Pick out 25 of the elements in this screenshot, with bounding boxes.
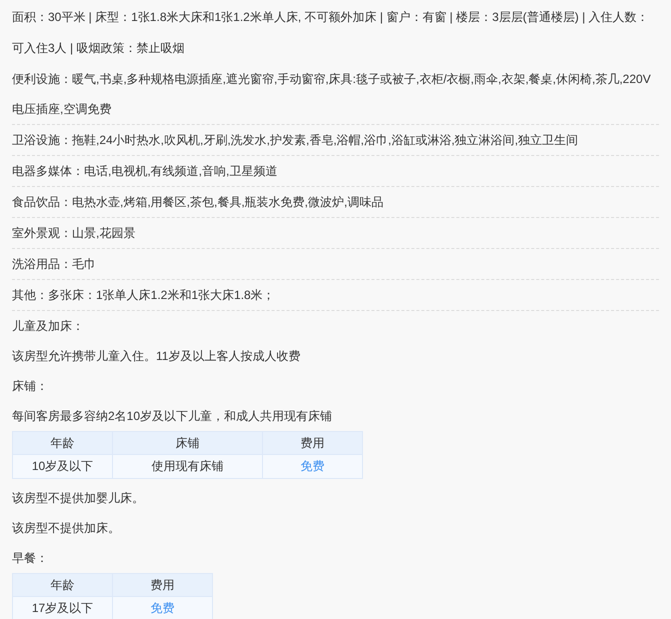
table-cell: 10岁及以下 bbox=[12, 454, 112, 478]
facility-line: 食品饮品：电热水壶,烤箱,用餐区,茶包,餐具,瓶装水免费,微波炉,调味品 bbox=[12, 195, 384, 209]
policy-text: 该房型不提供加婴儿床。 bbox=[12, 490, 145, 507]
table-cell: 17岁及以下 bbox=[12, 596, 112, 619]
room-summary: 面积：30平米 | 床型：1张1.8米大床和1张1.2米单人床, 不可额外加床 | 窗户：有窗 | 楼层：3层层(普通楼层) | 入住人数：可入住3人 | 吸烟政策：禁止吸烟 bbox=[12, 9, 650, 57]
facility-line: 洗浴用品：毛巾 bbox=[12, 257, 96, 271]
column-header: 年龄 bbox=[12, 432, 112, 454]
policy-text: 儿童及加床： bbox=[12, 318, 85, 335]
policy-text: 床铺： bbox=[12, 378, 49, 395]
facility-line: 室外景观：山景,花园景 bbox=[12, 226, 136, 240]
facility-line: 电器多媒体：电话,电视机,有线频道,音响,卫星频道 bbox=[12, 164, 278, 178]
column-header: 年龄 bbox=[12, 574, 112, 596]
table-cell: 免费 bbox=[112, 596, 212, 619]
policy-text: 早餐： bbox=[12, 550, 49, 567]
policy-text: 该房型不提供加床。 bbox=[12, 520, 121, 537]
facility-line: 其他：多张床：1张单人床1.2米和1张大床1.8米； bbox=[12, 288, 275, 302]
table-cell: 使用现有床铺 bbox=[112, 454, 262, 478]
facility-line: 便利设施：暖气,书桌,多种规格电源插座,遮光窗帘,手动窗帘,床具:毯子或被子,衣柜/衣橱,雨伞,衣架,餐桌,休闲椅,茶几,220V电压插座,空调免费 bbox=[12, 72, 651, 116]
policy-text: 该房型允许携带儿童入住。11岁及以上客人按成人收费 bbox=[12, 348, 302, 365]
column-header: 床铺 bbox=[112, 432, 262, 454]
column-header: 费用 bbox=[112, 574, 212, 596]
policy-text: 每间客房最多容纳2名10岁及以下儿童，和成人共用现有床铺 bbox=[12, 408, 334, 425]
column-header: 费用 bbox=[262, 432, 362, 454]
table-cell: 免费 bbox=[262, 454, 362, 478]
facility-line: 卫浴设施：拖鞋,24小时热水,吹风机,牙刷,洗发水,护发素,香皂,浴帽,浴巾,浴缸或淋浴,独立淋浴间,独立卫生间 bbox=[12, 133, 578, 147]
